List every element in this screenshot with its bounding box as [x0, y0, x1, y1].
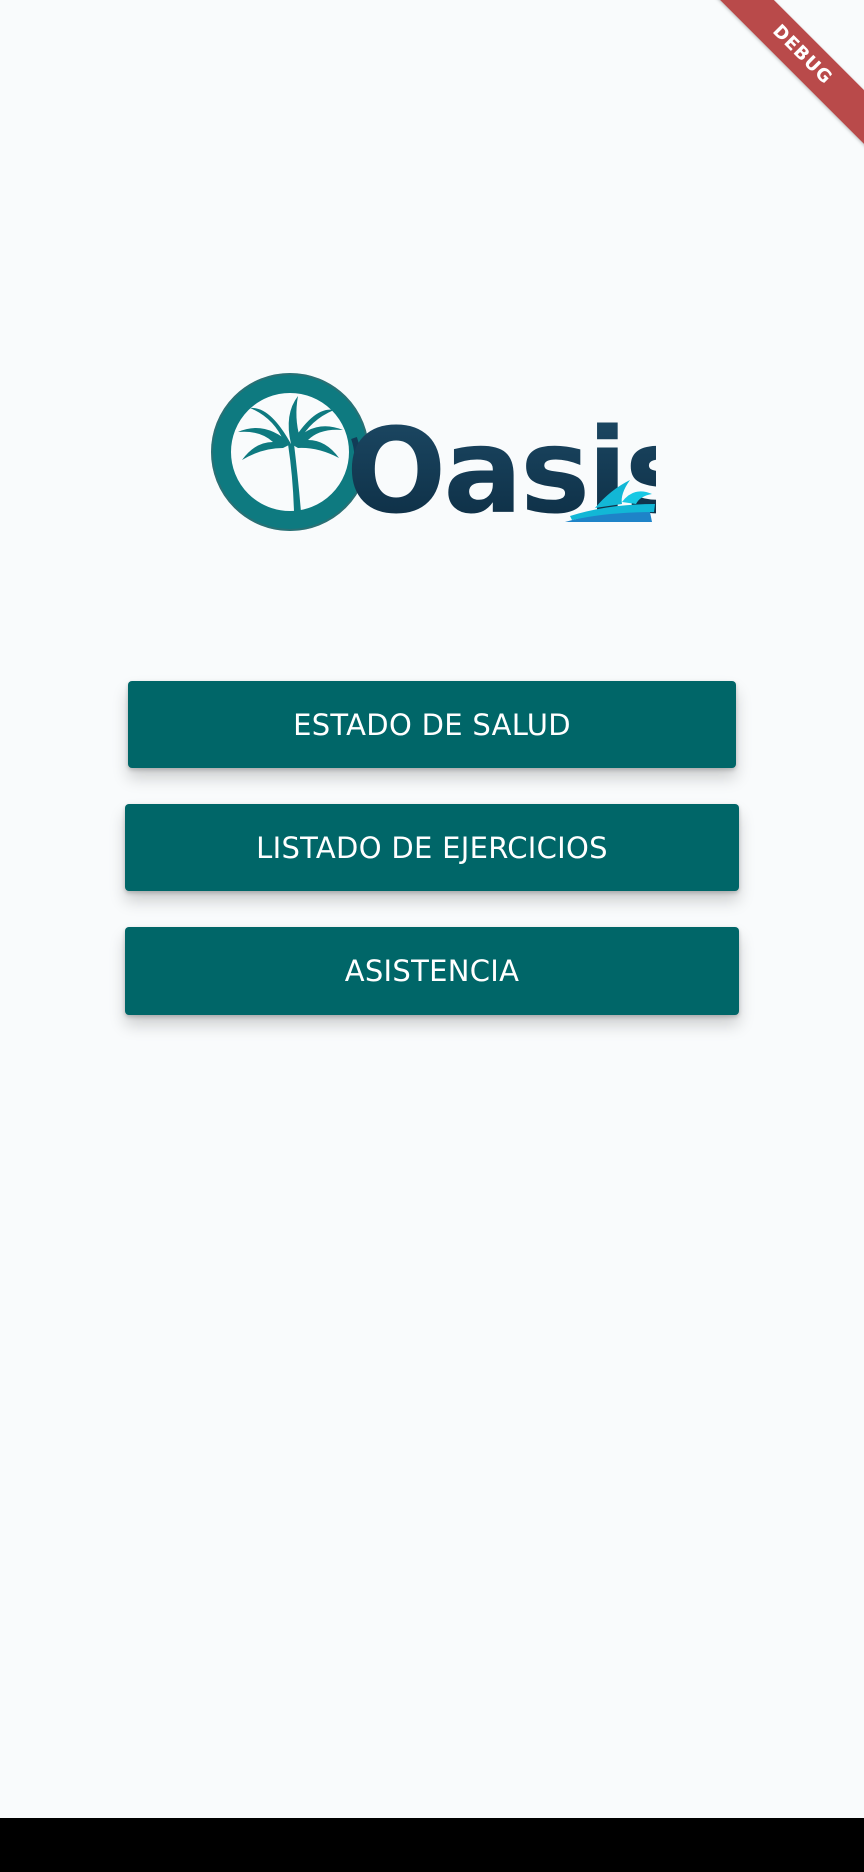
asistencia-label: ASISTENCIA [344, 954, 520, 988]
estado-de-salud-button[interactable]: ESTADO DE SALUD [128, 681, 736, 768]
palm-tree-circle-icon [211, 373, 369, 531]
debug-banner-label: DEBUG [704, 0, 864, 154]
oasis-logo: Oasis [211, 373, 656, 532]
debug-banner: DEBUG [704, 0, 864, 160]
estado-de-salud-label: ESTADO DE SALUD [293, 707, 571, 742]
app-screen: Oasis ESTADO DE SALUD LISTADO DE EJERCIC… [0, 0, 864, 1818]
listado-de-ejercicios-button[interactable]: LISTADO DE EJERCICIOS [125, 804, 739, 891]
listado-de-ejercicios-label: LISTADO DE EJERCICIOS [256, 830, 608, 865]
system-navigation-bar [0, 1818, 864, 1872]
asistencia-button[interactable]: ASISTENCIA [125, 927, 739, 1015]
